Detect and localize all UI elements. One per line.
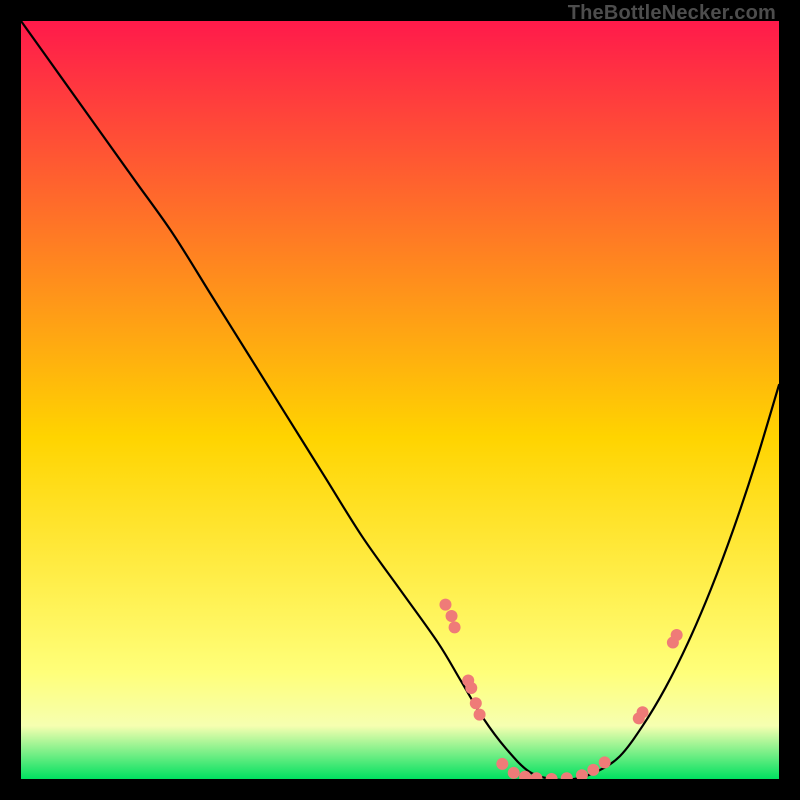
highlight-point xyxy=(496,758,508,770)
highlight-point xyxy=(474,709,486,721)
highlight-point xyxy=(671,629,683,641)
highlight-point xyxy=(508,767,520,779)
highlight-point xyxy=(439,599,451,611)
highlight-point xyxy=(637,706,649,718)
highlight-point xyxy=(470,697,482,709)
highlight-point xyxy=(599,756,611,768)
highlight-point xyxy=(446,610,458,622)
chart-frame xyxy=(21,21,779,779)
attribution-label: TheBottleNecker.com xyxy=(568,2,776,25)
gradient-background xyxy=(21,21,779,779)
highlight-point xyxy=(465,682,477,694)
highlight-point xyxy=(449,621,461,633)
bottleneck-chart xyxy=(21,21,779,779)
highlight-point xyxy=(587,764,599,776)
